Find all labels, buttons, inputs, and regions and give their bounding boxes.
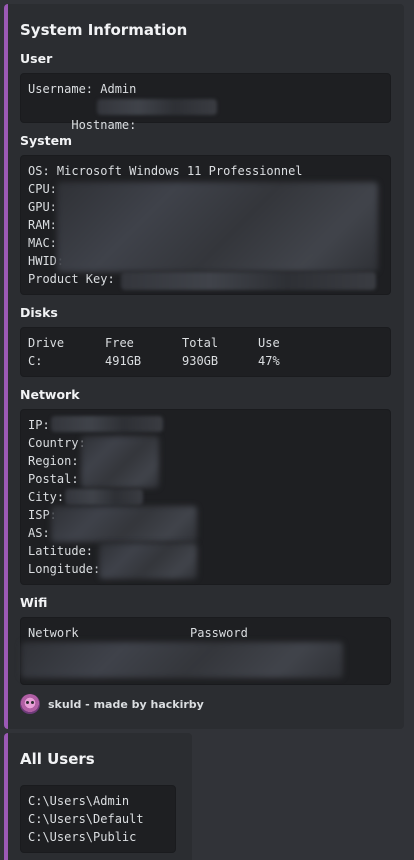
redacted-coordinates [99, 543, 197, 579]
disk-use: 47% [258, 354, 280, 368]
users-codeblock[interactable]: C:\Users\Admin C:\Users\Default C:\Users… [20, 785, 176, 853]
username-line: Username: Admin [28, 82, 137, 96]
longitude-line: Longitude: [28, 562, 101, 576]
redacted-location [81, 436, 159, 488]
field-user-name: User [20, 51, 53, 66]
latitude-line: Latitude: [28, 544, 94, 558]
field-network-name: Network [20, 387, 80, 402]
hostname-line: Hostname: [28, 98, 383, 132]
disk-free: 491GB [105, 354, 142, 368]
disks-header-use: Use [258, 336, 280, 350]
wifi-header-password: Password [190, 626, 248, 640]
user-path-public: C:\Users\Public [28, 830, 137, 844]
user-path-default: C:\Users\Default [28, 812, 144, 826]
network-codeblock[interactable]: IP: Country: Region: Postal: City: ISP: … [20, 409, 391, 585]
user-path-admin: C:\Users\Admin [28, 794, 130, 808]
field-wifi-name: Wifi [20, 595, 48, 610]
disk-total: 930GB [182, 354, 219, 368]
redacted-product-key [121, 272, 376, 290]
os-line: OS: Microsoft Windows 11 Professionnel [28, 164, 303, 178]
disks-header-total: Total [182, 336, 219, 350]
embed-footer: skuld - made by hackirby [20, 694, 204, 714]
wifi-codeblock[interactable]: Network Password [20, 617, 391, 685]
disks-codeblock[interactable]: Drive Free Total Use C: 491GB 930GB 47% [20, 327, 391, 377]
skuld-avatar-icon [20, 694, 40, 714]
disks-header-row: Drive Free Total Use [28, 334, 383, 352]
all-users-embed: All Users C:\Users\Admin C:\Users\Defaul… [4, 733, 192, 860]
disk-row: C: 491GB 930GB 47% [28, 352, 383, 370]
wifi-header-row: Network Password [28, 624, 383, 642]
system-codeblock[interactable]: OS: Microsoft Windows 11 Professionnel C… [20, 155, 391, 295]
redacted-isp [51, 506, 197, 542]
redacted-wifi-entries [21, 642, 343, 678]
disks-header-drive: Drive [28, 336, 65, 350]
wifi-header-network: Network [28, 626, 79, 640]
field-system-name: System [20, 133, 73, 148]
field-disks-name: Disks [20, 305, 58, 320]
embed-title: System Information [20, 21, 188, 39]
hostname-label: Hostname: [71, 118, 144, 132]
system-info-embed: System Information User Username: Admin … [4, 4, 404, 729]
users-embed-title: All Users [20, 750, 95, 768]
redacted-hostname [97, 99, 217, 115]
user-codeblock[interactable]: Username: Admin Hostname: [20, 73, 391, 132]
redacted-city [65, 489, 143, 505]
redacted-ip [51, 416, 163, 432]
footer-text: skuld - made by hackirby [48, 697, 204, 711]
disks-header-free: Free [105, 336, 134, 350]
redacted-system-specs [57, 182, 378, 272]
disk-drive: C: [28, 354, 43, 368]
